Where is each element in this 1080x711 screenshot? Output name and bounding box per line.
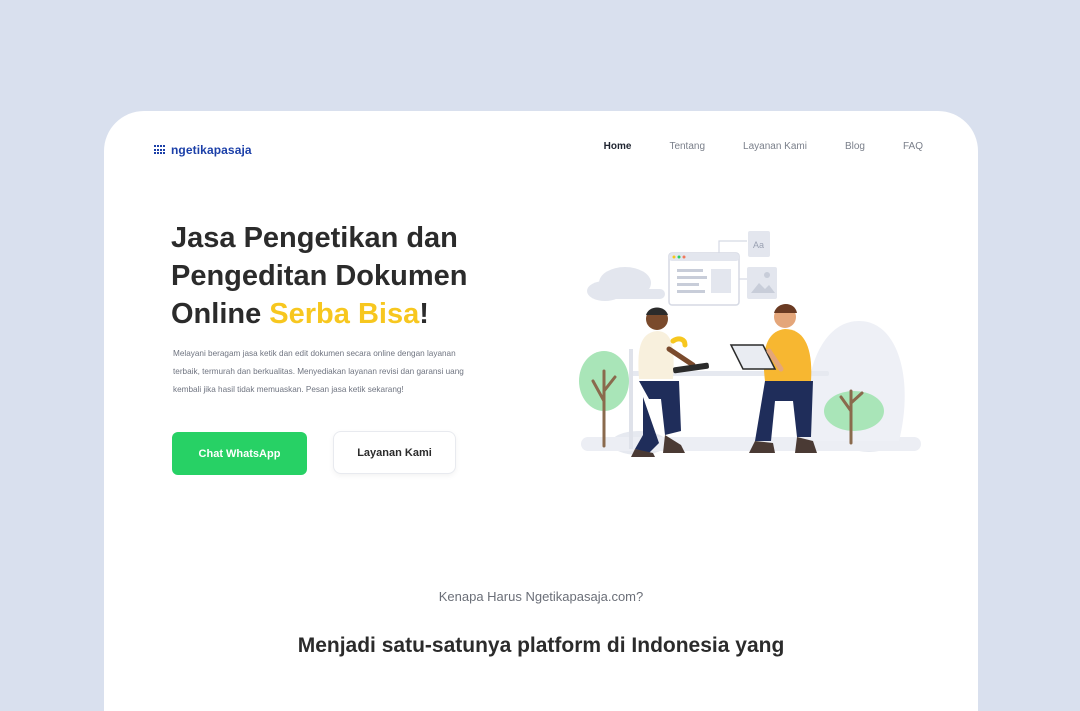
document-aa-icon: Aa xyxy=(748,231,770,257)
svg-text:Aa: Aa xyxy=(753,240,764,250)
document-window-icon xyxy=(668,252,740,306)
hero-title-suffix: ! xyxy=(419,298,429,330)
why-section-label: Kenapa Harus Ngetikapasaja.com? xyxy=(438,589,644,604)
page-card: ngetikapasaja Home Tentang Layanan Kami … xyxy=(104,111,978,711)
image-file-icon xyxy=(747,267,777,299)
layanan-kami-button[interactable]: Layanan Kami xyxy=(333,431,456,474)
tree-left-icon xyxy=(579,351,629,448)
why-section-headline: Menjadi satu-satunya platform di Indones… xyxy=(297,634,785,657)
site-logo[interactable]: ngetikapasaja xyxy=(154,143,252,157)
nav-tentang[interactable]: Tentang xyxy=(669,141,705,152)
main-nav: Home Tentang Layanan Kami Blog FAQ xyxy=(566,141,923,152)
hero-description: Melayani beragam jasa ketik dan edit dok… xyxy=(173,349,464,395)
logo-text: ngetikapasaja xyxy=(171,143,252,157)
hero-illustration: Aa xyxy=(579,231,921,457)
hero-title-line1: Jasa Pengetikan dan xyxy=(171,222,458,254)
hero-title-line3: Online xyxy=(171,298,270,330)
hero-title-line2: Pengeditan Dokumen xyxy=(171,260,468,292)
chat-whatsapp-button[interactable]: Chat WhatsApp xyxy=(172,432,307,475)
hero-title: Jasa Pengetikan dan Pengeditan Dokumen O… xyxy=(171,219,531,333)
nav-faq[interactable]: FAQ xyxy=(903,141,923,152)
cloud-left-icon xyxy=(587,267,665,301)
person-right-icon xyxy=(729,304,817,453)
hero-title-accent: Serba Bisa xyxy=(269,298,420,330)
nav-layanan-kami[interactable]: Layanan Kami xyxy=(743,141,807,152)
nav-home[interactable]: Home xyxy=(604,141,632,152)
nav-blog[interactable]: Blog xyxy=(845,141,865,152)
logo-grid-icon xyxy=(154,145,168,155)
